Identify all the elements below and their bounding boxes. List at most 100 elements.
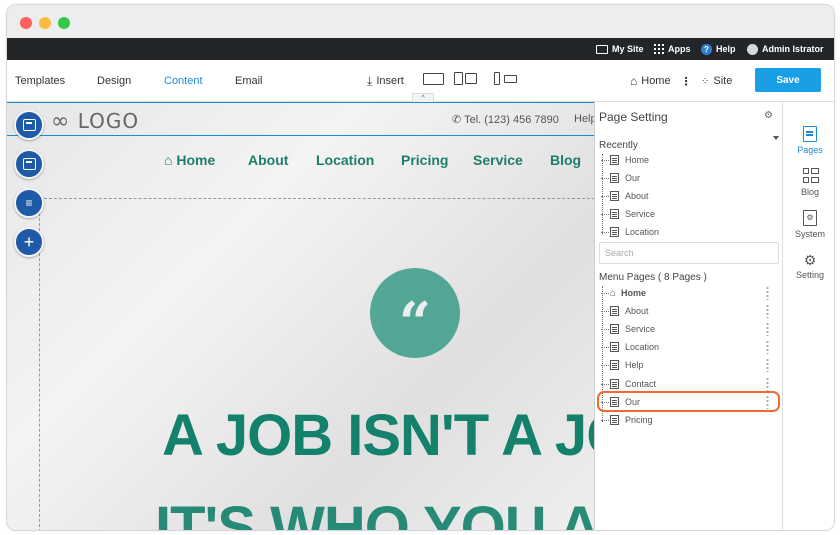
section-guide-horizontal [39,198,595,199]
download-icon: ⤓ [367,73,373,88]
hero-headline-line2[interactable]: IT'S WHO YOU A [155,494,595,530]
avatar [747,43,758,55]
sidebar-label: System [794,229,825,239]
page-icon [610,173,619,183]
page-icon [610,209,619,219]
page-label: Location [625,342,660,352]
apps-grid-icon [654,44,664,54]
site-menu[interactable]: ⁘ Site [701,60,732,102]
menu-page-service[interactable]: Service [601,321,777,337]
nav-home-label: Home [176,152,216,168]
site-logo[interactable]: ∞ LOGO [51,109,139,134]
add-section-button[interactable]: + [14,227,44,257]
right-sidebar: Pages Blog ⚙ System ⚙ Setting [782,102,834,530]
user-menu[interactable]: Admin Istrator [747,38,824,60]
sidebar-item-blog[interactable]: Blog [783,168,834,197]
mobile-landscape-view-icon[interactable] [504,75,517,83]
site-nav-pricing[interactable]: Pricing [401,152,448,168]
site-help-link[interactable]: Help [574,113,595,125]
recent-page-service[interactable]: Service [601,206,777,222]
insert-label: Insert [376,75,404,87]
page-icon [610,415,619,425]
plus-icon: + [23,231,35,252]
page-icon [610,306,619,316]
help-icon: ? [701,43,712,55]
tab-email[interactable]: Email [235,60,263,102]
menu-page-contact[interactable]: Contact [601,376,777,392]
insert-button[interactable]: ⤓ Insert [367,60,404,102]
home-icon: ⌂ [610,287,617,299]
drag-handle-icon[interactable] [766,340,769,354]
page-icon [610,360,619,370]
more-vertical-icon[interactable]: ⋮ [681,75,692,88]
page-label: Contact [625,379,657,389]
site-nav-service[interactable]: Service [473,152,523,168]
menu-page-home[interactable]: ⌂ Home [601,285,777,301]
page-label: Location [625,227,660,237]
tab-content[interactable]: Content [164,60,203,102]
close-window-button[interactable] [20,17,32,29]
menu-page-pricing[interactable]: Pricing [601,412,777,428]
sidebar-item-system[interactable]: ⚙ System [783,210,834,239]
page-label: Home [625,155,650,165]
tab-design[interactable]: Design [97,60,131,102]
site-nav-blog[interactable]: Blog [550,152,581,168]
site-nav-location[interactable]: Location [316,152,374,168]
drag-handle-icon[interactable] [766,322,769,336]
drag-handle-icon[interactable] [766,286,769,300]
phone-icon: ✆ [452,114,462,126]
recent-page-our[interactable]: Our [601,170,777,186]
quote-icon: “ [370,268,460,358]
page-label: Pricing [625,415,653,425]
menu-page-help[interactable]: Help [601,357,777,373]
maximize-window-button[interactable] [58,17,70,29]
panel-title: Page Setting [599,110,668,124]
page-icon [610,155,619,165]
home-page-selector[interactable]: ⌂ Home ⋮ [630,60,692,102]
page-icon [610,379,619,389]
settings-gears-icon[interactable]: ⚙ [764,110,773,121]
recent-page-location[interactable]: Location [601,224,777,240]
drag-handle-icon[interactable] [766,358,769,372]
blog-icon [803,168,819,184]
recent-page-about[interactable]: About [601,188,777,204]
menu-page-about[interactable]: About [601,303,777,319]
sidebar-item-setting[interactable]: ⚙ Setting [783,252,834,280]
pages-icon [803,126,817,142]
my-site-link[interactable]: My Site [596,38,644,60]
minimize-window-button[interactable] [39,17,51,29]
drag-handle-icon[interactable] [766,304,769,318]
hero-headline-line1[interactable]: A JOB ISN'T A JO [162,402,595,469]
site-phone: ✆ Tel. (123) 456 7890 [452,113,559,126]
phone-number: Tel. (123) 456 7890 [464,114,559,126]
page-label: Help [625,360,644,370]
page-search-input[interactable]: Search [599,242,779,264]
desktop-view-icon[interactable] [423,73,444,85]
gears-icon: ⚙ [803,252,817,268]
menu-page-location[interactable]: Location [601,339,777,355]
site-header[interactable]: ∞ LOGO ✆ Tel. (123) 456 7890 Help [7,102,595,136]
recent-page-home[interactable]: Home [601,152,777,168]
page-layout-button[interactable] [14,110,44,140]
page-label: Service [625,209,656,219]
save-draft-button[interactable] [14,149,44,179]
page-label: Home [621,288,647,298]
sidebar-item-pages[interactable]: Pages [783,126,834,155]
page-icon [610,324,619,334]
edit-content-button[interactable]: ≡ [14,188,44,218]
edit-list-icon: ≡ [25,196,33,210]
recently-caret-icon[interactable] [773,136,779,140]
tablet-view-icon[interactable] [454,72,463,85]
site-nav-home[interactable]: ⌂ Home [164,152,215,168]
save-button[interactable]: Save [755,68,821,92]
apps-link[interactable]: Apps [654,38,691,60]
apps-label: Apps [668,44,691,54]
website-canvas[interactable]: ∞ LOGO ✆ Tel. (123) 456 7890 Help ⌂ Home… [7,102,595,530]
tab-templates[interactable]: Templates [15,60,65,102]
mobile-view-icon[interactable] [494,72,500,85]
site-nav-about[interactable]: About [248,152,288,168]
tablet-landscape-view-icon[interactable] [465,73,477,84]
system-icon: ⚙ [803,210,817,226]
drag-handle-icon[interactable] [766,377,769,391]
help-link[interactable]: ? Help [701,38,736,60]
